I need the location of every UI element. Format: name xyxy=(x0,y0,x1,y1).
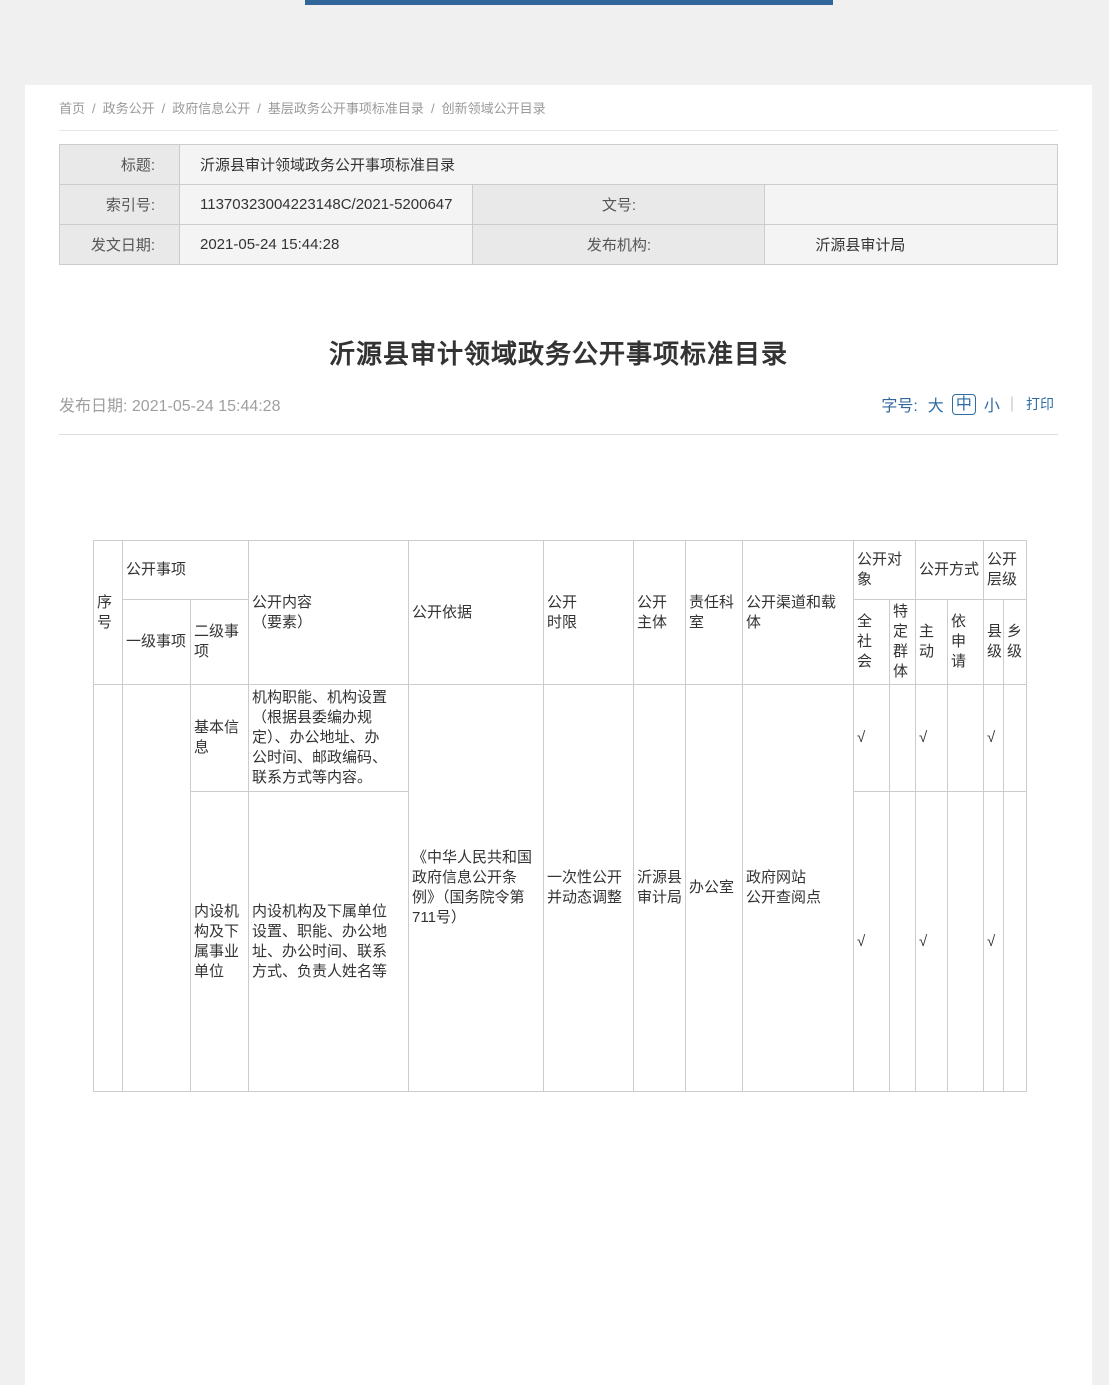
cell-check-county: √ xyxy=(984,792,1004,1092)
th-level2-item: 二级事 项 xyxy=(191,600,249,685)
th-method: 公开方式 xyxy=(916,541,984,600)
cell-time-limit: 一次性公开 并动态调整 xyxy=(544,685,634,1092)
cell-channel: 政府网站 公开查阅点 xyxy=(743,685,854,1092)
cell-level1 xyxy=(123,685,191,1092)
meta-title-label: 标题: xyxy=(60,145,180,185)
breadcrumb-separator: / xyxy=(162,101,166,116)
cell-check-specific xyxy=(890,792,916,1092)
cell-subject: 沂源县 审计局 xyxy=(634,685,686,1092)
th-level: 公开 层级 xyxy=(984,541,1027,600)
breadcrumb-separator: / xyxy=(257,101,261,116)
document-meta-table: 标题: 沂源县审计领域政务公开事项标准目录 索引号: 1137032300422… xyxy=(59,144,1058,265)
cell-serial xyxy=(94,685,123,1092)
meta-agency-label: 发布机构: xyxy=(472,225,765,265)
breadcrumb: 首页 / 政务公开 / 政府信息公开 / 基层政务公开事项标准目录 / 创新领域公开目录 xyxy=(59,100,1058,118)
cell-basis: 《中华人民共和国 政府信息公开条 例》（国务院令第 711号） xyxy=(409,685,544,1092)
meta-docnum-label: 文号: xyxy=(472,185,765,225)
breadcrumb-separator: / xyxy=(431,101,435,116)
meta-row-index: 索引号: 11370323004223148C/2021-5200647 文号: xyxy=(60,185,1058,225)
cell-check-request xyxy=(948,792,984,1092)
cell-level2: 内设机 构及下 属事业 单位 xyxy=(191,792,249,1092)
cell-check-active: √ xyxy=(916,685,948,792)
th-method-on-request: 依申请 xyxy=(948,600,984,685)
th-serial-number: 序 号 xyxy=(94,541,123,685)
breadcrumb-separator: / xyxy=(92,101,96,116)
meta-index-label: 索引号: xyxy=(60,185,180,225)
th-channel-carrier: 公开渠道和载 体 xyxy=(743,541,854,685)
print-button[interactable]: 打印 xyxy=(1026,394,1054,414)
cell-check-request xyxy=(948,685,984,792)
meta-row-title: 标题: 沂源县审计领域政务公开事项标准目录 xyxy=(60,145,1058,185)
th-disclosure-subject: 公开 主体 xyxy=(634,541,686,685)
table-row: 基本信 息 机构职能、机构设置 （根据县委编办规 定）、办公地址、办 公时间、邮… xyxy=(94,685,1027,792)
font-size-medium-button[interactable]: 中 xyxy=(952,394,976,415)
breadcrumb-chuangxin[interactable]: 创新领域公开目录 xyxy=(442,101,546,116)
breadcrumb-jiceng[interactable]: 基层政务公开事项标准目录 xyxy=(268,101,424,116)
meta-row-date: 发文日期: 2021-05-24 15:44:28 发布机构: 沂源县审计局 xyxy=(60,225,1058,265)
breadcrumb-zhengwu[interactable]: 政务公开 xyxy=(103,101,155,116)
font-size-controls: 字号: 大 中 小 | 打印 xyxy=(881,392,1058,416)
meta-issuedate-label: 发文日期: xyxy=(60,225,180,265)
breadcrumb-xinxi[interactable]: 政府信息公开 xyxy=(172,101,250,116)
meta-issuedate-value: 2021-05-24 15:44:28 xyxy=(180,225,473,265)
font-size-large-button[interactable]: 大 xyxy=(928,392,944,416)
th-responsible-department: 责任科 室 xyxy=(686,541,743,685)
publish-date-label: 发布日期: xyxy=(59,398,127,415)
meta-docnum-value xyxy=(765,185,1058,225)
cell-check-town xyxy=(1004,792,1027,1092)
article-divider xyxy=(59,434,1058,435)
cell-check-active: √ xyxy=(916,792,948,1092)
th-level1-item: 一级事项 xyxy=(123,600,191,685)
th-disclosure-content: 公开内容 （要素） xyxy=(249,541,409,685)
cell-check-county: √ xyxy=(984,685,1004,792)
breadcrumb-home[interactable]: 首页 xyxy=(59,101,85,116)
cell-check-all: √ xyxy=(854,685,890,792)
th-time-limit: 公开 时限 xyxy=(544,541,634,685)
breadcrumb-divider xyxy=(59,130,1058,131)
th-level-county: 县级 xyxy=(984,600,1004,685)
top-nav-accent-bar xyxy=(305,0,833,5)
publish-date-value: 2021-05-24 15:44:28 xyxy=(132,398,281,415)
th-audience: 公开对 象 xyxy=(854,541,916,600)
cell-department: 办公室 xyxy=(686,685,743,1092)
publish-date: 发布日期: 2021-05-24 15:44:28 xyxy=(59,392,280,416)
th-audience-specific: 特定群体 xyxy=(890,600,916,685)
vertical-separator: | xyxy=(1010,395,1014,413)
th-disclosure-item: 公开事项 xyxy=(123,541,249,600)
content-card: 首页 / 政务公开 / 政府信息公开 / 基层政务公开事项标准目录 / 创新领域公开目录 标题:… xyxy=(25,85,1092,1385)
cell-content: 机构职能、机构设置 （根据县委编办规 定）、办公地址、办 公时间、邮政编码、 联… xyxy=(249,685,409,792)
th-audience-all: 全社 会 xyxy=(854,600,890,685)
th-level-town: 乡级 xyxy=(1004,600,1027,685)
cell-content: 内设机构及下属单位 设置、职能、办公地 址、办公时间、联系 方式、负责人姓名等 xyxy=(249,792,409,1092)
font-size-label: 字号: xyxy=(881,392,917,416)
standards-directory-table: 序 号 公开事项 公开内容 （要素） 公开依据 公开 时限 公开 主体 责任科 … xyxy=(93,540,1027,1092)
cell-check-town xyxy=(1004,685,1027,792)
publish-row: 发布日期: 2021-05-24 15:44:28 字号: 大 中 小 | 打印 xyxy=(59,393,1058,415)
font-size-small-button[interactable]: 小 xyxy=(984,392,1000,416)
cell-check-all: √ xyxy=(854,792,890,1092)
meta-index-value: 11370323004223148C/2021-5200647 xyxy=(180,185,473,225)
cell-check-specific xyxy=(890,685,916,792)
header-row-top: 序 号 公开事项 公开内容 （要素） 公开依据 公开 时限 公开 主体 责任科 … xyxy=(94,541,1027,600)
meta-agency-value: 沂源县审计局 xyxy=(765,225,1058,265)
cell-level2: 基本信 息 xyxy=(191,685,249,792)
th-method-active: 主动 xyxy=(916,600,948,685)
page-title: 沂源县审计领域政务公开事项标准目录 xyxy=(59,339,1058,369)
meta-title-value: 沂源县审计领域政务公开事项标准目录 xyxy=(180,145,1058,185)
th-disclosure-basis: 公开依据 xyxy=(409,541,544,685)
